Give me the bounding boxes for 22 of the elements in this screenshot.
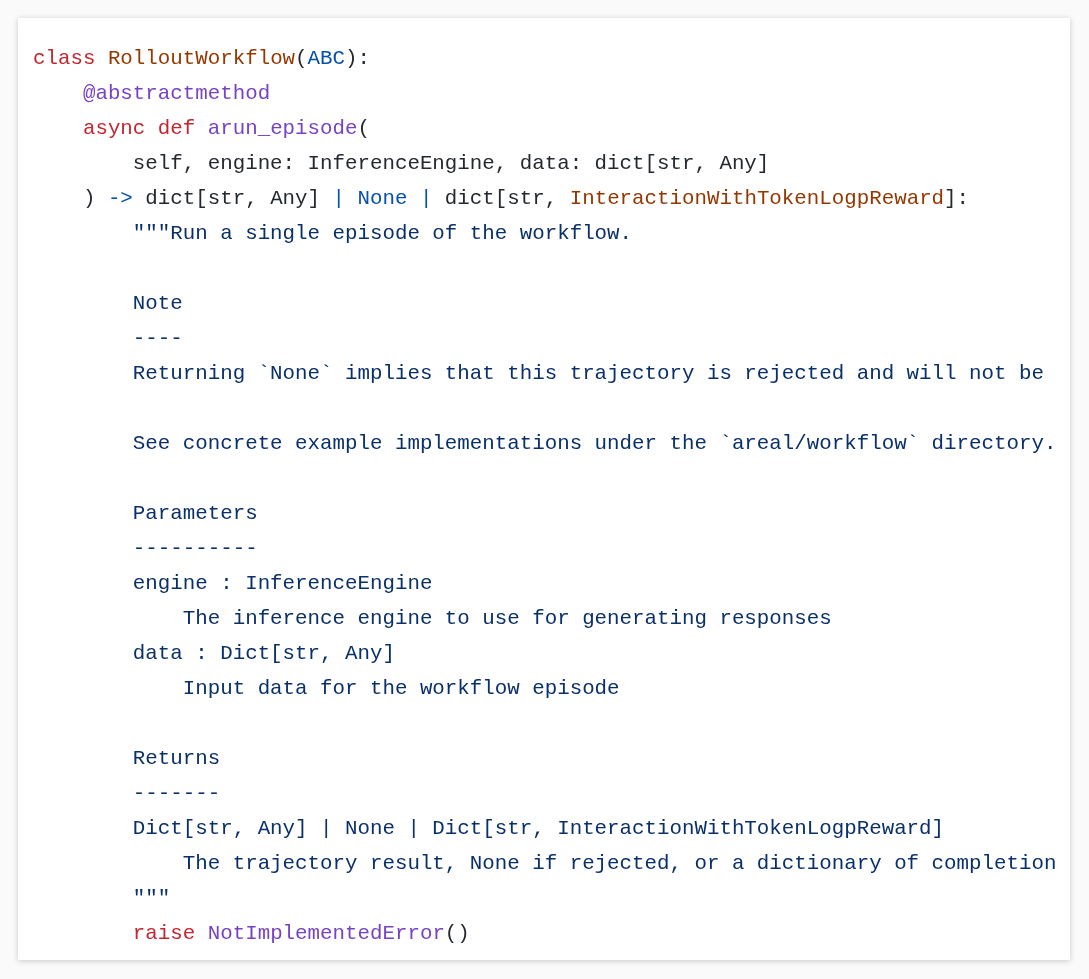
- code-line: data : Dict[str, Any]: [131, 641, 395, 667]
- code-line: class RolloutWorkflow(ABC):: [33, 46, 370, 72]
- code-line: Parameters: [131, 501, 258, 527]
- code-line: """: [131, 886, 171, 912]
- code-line: engine : InferenceEngine: [131, 571, 433, 597]
- code-line: The inference engine to use for generating responses: [181, 606, 832, 632]
- code-line: Returning `None` implies that this trajectory is rejected and will not be: [131, 361, 1044, 387]
- code-line: ----: [131, 326, 183, 352]
- code-line: -------: [131, 781, 221, 807]
- code-line: Returns: [131, 746, 221, 772]
- code-line: Note: [131, 291, 183, 317]
- code-line: async def arun_episode(: [81, 116, 370, 142]
- code-line: @abstractmethod: [81, 81, 271, 107]
- code-line: ) -> dict[str, Any] | None | dict[str, InteractionWithTokenLogpReward]:: [81, 186, 970, 212]
- code-line: raise NotImplementedError(): [131, 921, 470, 947]
- code-line: Input data for the workflow episode: [181, 676, 620, 702]
- code-line: """Run a single episode of the workflow.: [131, 221, 633, 247]
- code-line: See concrete example implementations under the `areal/workflow` directory.: [131, 431, 1057, 457]
- code-line: Dict[str, Any] | None | Dict[str, InteractionWithTokenLogpReward]: [131, 816, 945, 842]
- code-line: ----------: [131, 536, 258, 562]
- code-line: The trajectory result, None if rejected, or a dictionary of completion: [181, 851, 1057, 877]
- code-line: self, engine: InferenceEngine, data: dict[str, Any]: [131, 151, 770, 177]
